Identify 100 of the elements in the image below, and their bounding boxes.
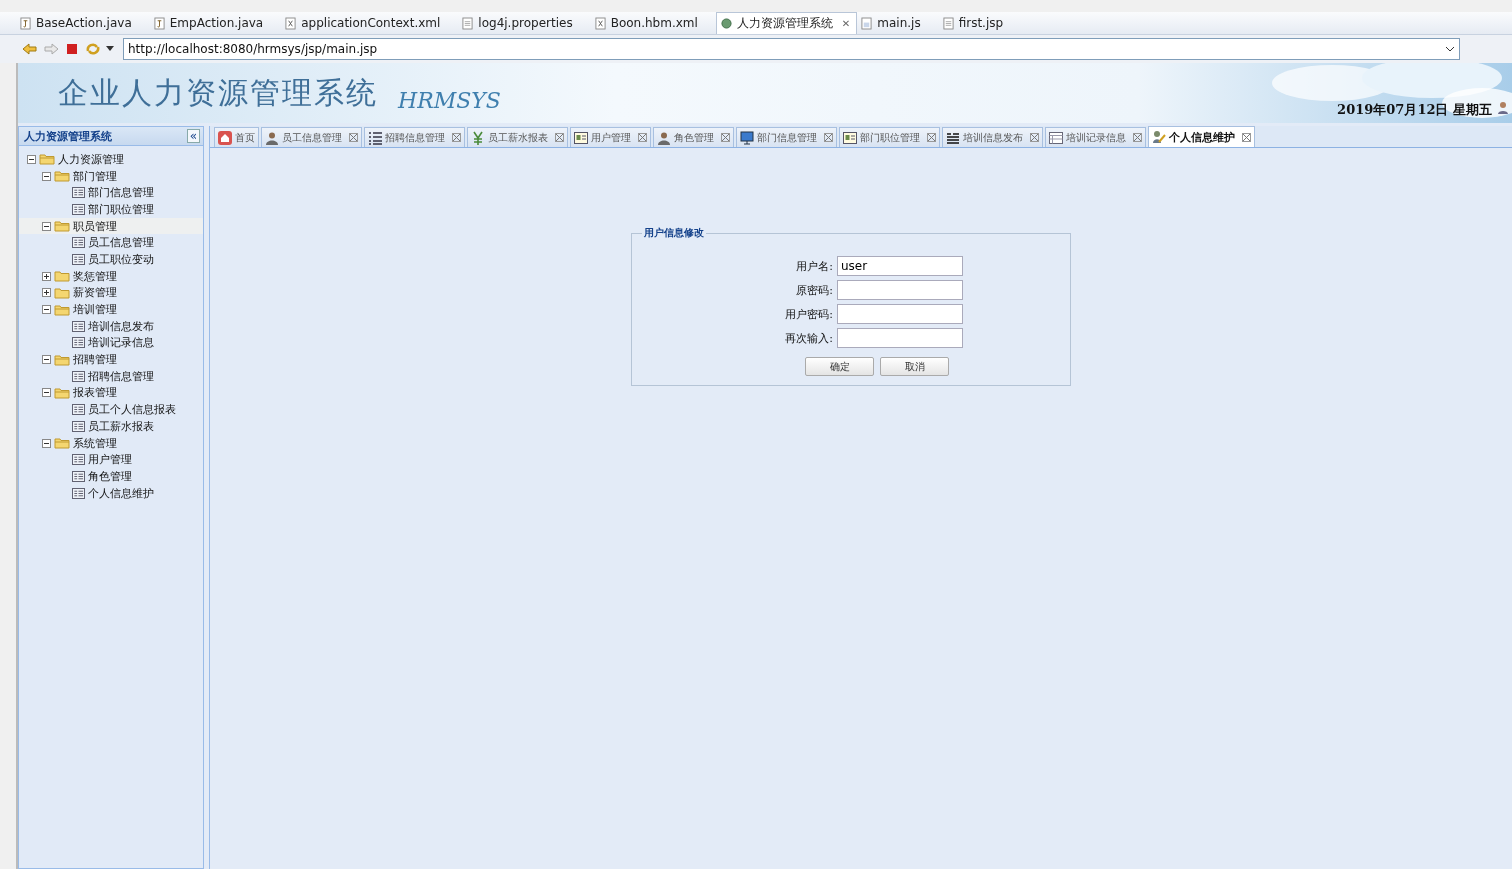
tab[interactable]: 招聘信息管理: [364, 127, 465, 147]
close-icon[interactable]: [349, 133, 358, 142]
tree-item[interactable]: 员工职位变动: [19, 251, 203, 268]
plus-icon[interactable]: [42, 271, 51, 281]
editor-tab[interactable]: EmpAction.java: [149, 12, 282, 34]
globe-icon: [720, 17, 732, 30]
editor-tab[interactable]: log4j.properties: [458, 12, 591, 34]
form-icon: [72, 404, 85, 416]
close-icon[interactable]: [1030, 133, 1039, 142]
stop-icon[interactable]: [64, 42, 80, 56]
form-legend: 用户信息修改: [642, 226, 706, 240]
close-icon[interactable]: [452, 133, 461, 142]
tree-item[interactable]: 部门职位管理: [19, 201, 203, 218]
yen-icon: [471, 130, 485, 145]
tree-item[interactable]: 招聘管理: [19, 351, 203, 368]
tab[interactable]: 角色管理: [653, 127, 734, 147]
tree-item[interactable]: 角色管理: [19, 468, 203, 485]
form-icon: [72, 337, 85, 349]
dropdown-icon[interactable]: [106, 46, 114, 52]
folder-icon: [39, 153, 55, 166]
tab[interactable]: 员工信息管理: [261, 127, 362, 147]
input-field[interactable]: [837, 280, 963, 300]
tree-item[interactable]: 培训记录信息: [19, 334, 203, 352]
tree-item[interactable]: 报表管理: [19, 384, 203, 402]
url-field[interactable]: http://localhost:8080/hrmsys/jsp/main.jsp: [123, 38, 1460, 60]
tree-item[interactable]: 招聘信息管理: [19, 367, 203, 385]
editor-tab[interactable]: applicationContext.xml: [281, 12, 459, 34]
collapse-button[interactable]: «: [186, 129, 200, 143]
minus-icon[interactable]: [42, 438, 51, 448]
refresh-icon[interactable]: [85, 42, 101, 56]
xml-file-icon: [594, 16, 606, 30]
editor-tab[interactable]: Boon.hbm.xml: [590, 12, 716, 34]
close-icon[interactable]: [1242, 132, 1251, 142]
minus-icon[interactable]: [42, 171, 51, 181]
date-label: 2019年07月12日 星期五: [1337, 101, 1492, 119]
minus-icon[interactable]: [42, 388, 51, 398]
input-field[interactable]: [837, 328, 963, 348]
field-label: 再次输入:: [784, 330, 833, 346]
tree-item[interactable]: 系统管理: [19, 434, 203, 452]
tab[interactable]: 个人信息维护: [1148, 126, 1255, 147]
java-file-icon: [20, 16, 31, 30]
folder-icon: [54, 270, 70, 283]
tab[interactable]: 用户管理: [570, 127, 651, 147]
tree-item[interactable]: 用户管理: [19, 451, 203, 469]
tree-item[interactable]: 职员管理: [19, 217, 203, 235]
editor-tab[interactable]: 人力资源管理系统 ✕: [715, 12, 858, 34]
folder-icon: [54, 437, 70, 450]
panel-title: 人力资源管理系统: [24, 128, 112, 144]
tree-item[interactable]: 培训管理: [19, 301, 203, 318]
plus-icon[interactable]: [42, 288, 51, 298]
tab[interactable]: 员工薪水报表: [467, 127, 568, 147]
tree-item[interactable]: 员工薪水报表: [19, 418, 203, 435]
minus-icon[interactable]: [42, 355, 51, 365]
back-icon[interactable]: [22, 42, 38, 56]
editor-tab[interactable]: main.js: [857, 12, 939, 34]
folder-icon: [54, 220, 70, 233]
tab[interactable]: 部门职位管理: [839, 127, 940, 147]
monitor-icon: [740, 130, 754, 145]
close-icon[interactable]: [1133, 133, 1142, 142]
close-icon[interactable]: [638, 133, 647, 142]
tree-item[interactable]: 部门管理: [19, 167, 203, 185]
close-icon[interactable]: [927, 133, 936, 142]
editor-tab[interactable]: BaseAction.java: [16, 12, 150, 34]
form-icon: [72, 470, 85, 482]
minus-icon[interactable]: [27, 154, 36, 164]
field-label: 用户名:: [795, 258, 833, 274]
folder-icon: [54, 386, 70, 399]
tree-item[interactable]: 奖惩管理: [19, 267, 203, 285]
form-icon: [72, 420, 85, 432]
field-label: 用户密码:: [784, 306, 833, 322]
input-field[interactable]: [837, 304, 963, 324]
close-button[interactable]: ✕: [841, 18, 851, 29]
user-icon: [1497, 101, 1509, 115]
editor-tab[interactable]: first.jsp: [938, 12, 1022, 34]
form-button[interactable]: 确定: [805, 357, 874, 376]
form-button[interactable]: 取消: [880, 357, 949, 376]
tab[interactable]: 部门信息管理: [736, 127, 837, 147]
tab[interactable]: 培训信息发布: [942, 127, 1043, 147]
tree-item[interactable]: 人力资源管理: [19, 151, 203, 168]
tree-item[interactable]: 个人信息维护: [19, 484, 203, 502]
tree-item[interactable]: 培训信息发布: [19, 317, 203, 335]
form-icon: [72, 203, 85, 215]
form-icon: [72, 487, 85, 499]
tree-item[interactable]: 员工个人信息报表: [19, 401, 203, 418]
tree-item[interactable]: 部门信息管理: [19, 184, 203, 202]
close-icon[interactable]: [555, 133, 564, 142]
file-icon: [462, 16, 474, 30]
folder-icon: [54, 170, 70, 183]
folder-icon: [54, 286, 70, 299]
close-icon[interactable]: [721, 133, 730, 142]
tab[interactable]: 首页: [214, 127, 259, 147]
close-icon[interactable]: [824, 133, 833, 142]
input-field[interactable]: user: [837, 256, 963, 276]
minus-icon[interactable]: [42, 221, 51, 231]
tree-item[interactable]: 员工信息管理: [19, 234, 203, 252]
home-icon: [218, 130, 232, 145]
tree-item[interactable]: 薪资管理: [19, 284, 203, 302]
tab[interactable]: 培训记录信息: [1045, 127, 1146, 147]
person-icon: [265, 130, 279, 145]
minus-icon[interactable]: [42, 305, 51, 315]
